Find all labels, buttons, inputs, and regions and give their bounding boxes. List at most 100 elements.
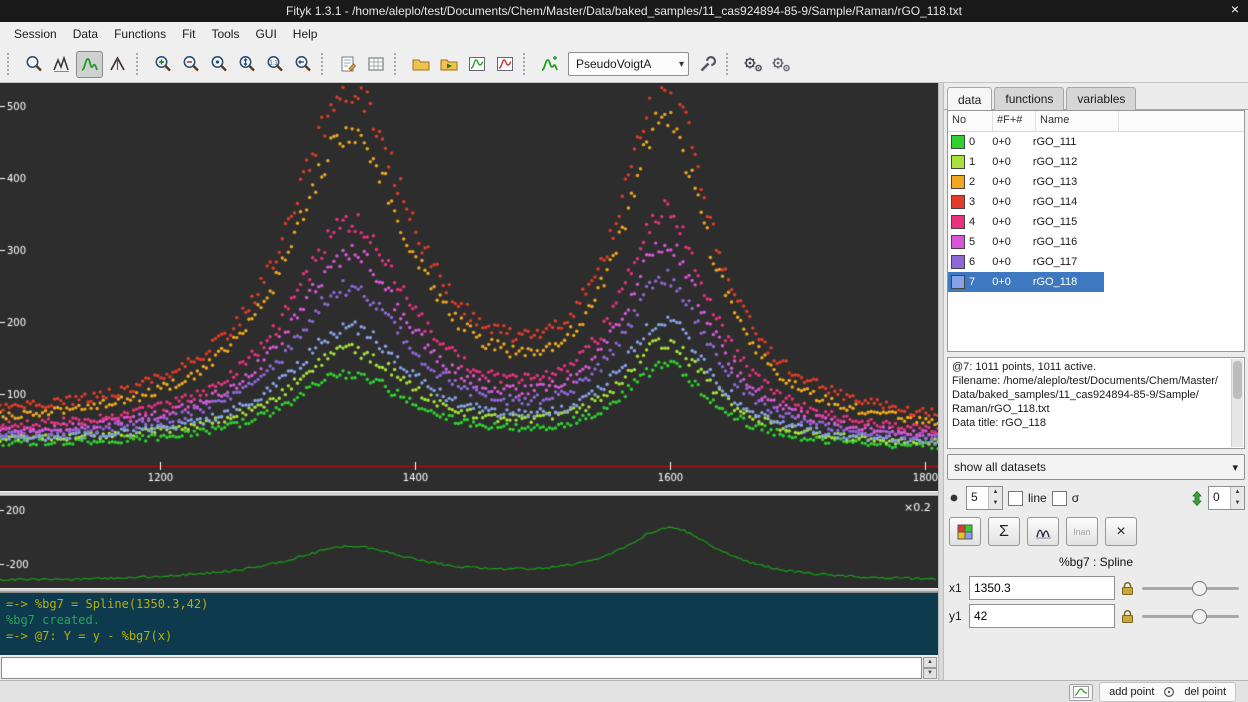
open-data-file-button[interactable] bbox=[407, 51, 434, 78]
add-peak-mode-button[interactable] bbox=[76, 51, 103, 78]
dataset-info[interactable]: @7: 1011 points, 1011 active.Filename: /… bbox=[947, 357, 1245, 449]
slider-track bbox=[1142, 615, 1239, 618]
col-header-no: No bbox=[948, 111, 993, 131]
script-editor-button[interactable] bbox=[334, 51, 361, 78]
tab-data[interactable]: data bbox=[947, 87, 992, 110]
aux-plot-canvas[interactable] bbox=[0, 496, 938, 588]
vertical-shift-icon bbox=[1191, 490, 1203, 507]
zoom-previous-button[interactable] bbox=[289, 51, 316, 78]
menu-tools[interactable]: Tools bbox=[203, 24, 247, 44]
output-console[interactable]: =-> %bg7 = Spline(1350.3,42)%bg7 created… bbox=[0, 592, 938, 655]
aux-plot-config-button[interactable] bbox=[1069, 684, 1093, 701]
slider-handle[interactable] bbox=[1192, 581, 1207, 596]
command-history-spinner[interactable]: ▲ ▼ bbox=[923, 657, 937, 679]
param-y1-input[interactable] bbox=[969, 604, 1115, 628]
show-datasets-dropdown[interactable]: show all datasets ▾ bbox=[947, 454, 1245, 480]
fit-undo-button[interactable] bbox=[767, 51, 794, 78]
dataset-colors-button[interactable] bbox=[949, 517, 981, 546]
dataset-row-rGO_113[interactable]: 20+0rGO_113 bbox=[948, 172, 1244, 192]
spin-down-icon[interactable]: ▼ bbox=[923, 668, 937, 679]
add-function-button[interactable] bbox=[536, 51, 563, 78]
zoom-all-button[interactable] bbox=[205, 51, 232, 78]
dataset-row-rGO_111[interactable]: 00+0rGO_111 bbox=[948, 132, 1244, 152]
function-type-combo[interactable]: PseudoVoigtA ▾ bbox=[568, 52, 689, 76]
toolbar-grip[interactable] bbox=[7, 53, 15, 75]
menu-bar: SessionDataFunctionsFitToolsGUIHelp bbox=[0, 22, 1248, 46]
spin-up-icon[interactable]: ▲ bbox=[923, 657, 937, 668]
spin-up-icon[interactable]: ▲ bbox=[1231, 487, 1244, 498]
sigma-checkbox[interactable] bbox=[1052, 491, 1067, 506]
param-x1-input[interactable] bbox=[969, 576, 1115, 600]
param-row-y1: y1 bbox=[949, 604, 1243, 628]
spin-down-icon[interactable]: ▼ bbox=[989, 498, 1002, 509]
scrollbar-thumb[interactable] bbox=[1233, 361, 1242, 399]
point-edit-cluster: add point del point bbox=[1099, 682, 1236, 702]
dataset-row-rGO_117[interactable]: 60+0rGO_117 bbox=[948, 252, 1244, 272]
slider-track bbox=[1142, 587, 1239, 590]
dataset-list-header: No #F+# Name bbox=[948, 111, 1244, 132]
dataset-name: rGO_116 bbox=[1029, 236, 1104, 248]
toolbar-grip[interactable] bbox=[136, 53, 144, 75]
command-input[interactable] bbox=[1, 657, 922, 679]
tab-functions[interactable]: functions bbox=[994, 87, 1064, 110]
add-point-button[interactable]: add point bbox=[1109, 686, 1154, 698]
fit-run-button[interactable] bbox=[739, 51, 766, 78]
data-range-mode-button[interactable] bbox=[48, 51, 75, 78]
dataset-func-count: 0+0 bbox=[988, 216, 1029, 228]
session-log-button[interactable] bbox=[362, 51, 389, 78]
activate-function-mode-button[interactable] bbox=[104, 51, 131, 78]
param-x1-slider[interactable] bbox=[1140, 578, 1243, 598]
lock-icon[interactable] bbox=[1121, 581, 1134, 596]
main-plot-canvas[interactable] bbox=[0, 83, 938, 491]
zoom-vertical-button[interactable] bbox=[233, 51, 260, 78]
del-point-button[interactable]: del point bbox=[1184, 686, 1226, 698]
lnan-button[interactable]: lnan bbox=[1066, 517, 1098, 546]
functions-plot-button[interactable] bbox=[1027, 517, 1059, 546]
console-line: =-> %bg7 = Spline(1350.3,42) bbox=[6, 596, 932, 612]
lock-icon[interactable] bbox=[1121, 609, 1134, 624]
dataset-row-rGO_116[interactable]: 50+0rGO_116 bbox=[948, 232, 1244, 252]
menu-gui[interactable]: GUI bbox=[247, 24, 284, 44]
toolbar-grip[interactable] bbox=[394, 53, 402, 75]
dataset-row-rGO_114[interactable]: 30+0rGO_114 bbox=[948, 192, 1244, 212]
sidebar-buttons: Σ lnan × bbox=[947, 517, 1245, 546]
shift-value: 0 bbox=[1209, 487, 1230, 509]
info-line: Data title: rGO_118 bbox=[952, 416, 1228, 430]
menu-session[interactable]: Session bbox=[6, 24, 65, 44]
line-checkbox[interactable] bbox=[1008, 491, 1023, 506]
menu-functions[interactable]: Functions bbox=[106, 24, 174, 44]
slider-handle[interactable] bbox=[1192, 609, 1207, 624]
toolbar-grip[interactable] bbox=[726, 53, 734, 75]
dataset-list[interactable]: No #F+# Name 00+0rGO_11110+0rGO_11220+0r… bbox=[947, 110, 1245, 352]
toolbar-grip[interactable] bbox=[523, 53, 531, 75]
delete-button[interactable]: × bbox=[1105, 517, 1137, 546]
save-image-button[interactable] bbox=[491, 51, 518, 78]
reload-data-button[interactable] bbox=[435, 51, 462, 78]
zoom-in-button[interactable] bbox=[149, 51, 176, 78]
menu-fit[interactable]: Fit bbox=[174, 24, 203, 44]
menu-help[interactable]: Help bbox=[285, 24, 326, 44]
spin-down-icon[interactable]: ▼ bbox=[1231, 498, 1244, 509]
zoom-100-button[interactable]: 1:1 bbox=[261, 51, 288, 78]
dataset-row-rGO_118[interactable]: 70+0rGO_118 bbox=[948, 272, 1244, 292]
info-scrollbar[interactable] bbox=[1231, 359, 1243, 447]
dataset-name: rGO_115 bbox=[1029, 216, 1104, 228]
tab-variables[interactable]: variables bbox=[1066, 87, 1136, 110]
dataset-name: rGO_111 bbox=[1029, 136, 1104, 148]
spin-up-icon[interactable]: ▲ bbox=[989, 487, 1002, 498]
close-icon[interactable]: × bbox=[1231, 1, 1239, 17]
point-size-spinner[interactable]: 5 ▲▼ bbox=[966, 486, 1003, 510]
param-y1-slider[interactable] bbox=[1140, 606, 1243, 626]
dataset-row-rGO_112[interactable]: 10+0rGO_112 bbox=[948, 152, 1244, 172]
dataset-row-rGO_115[interactable]: 40+0rGO_115 bbox=[948, 212, 1244, 232]
title-bar[interactable]: Fityk 1.3.1 - /home/aleplo/test/Document… bbox=[0, 0, 1248, 22]
shift-spinner[interactable]: 0 ▲▼ bbox=[1208, 486, 1245, 510]
zoom-out-button[interactable] bbox=[177, 51, 204, 78]
zoom-mode-button[interactable] bbox=[20, 51, 47, 78]
point-size-icon bbox=[947, 491, 961, 505]
sum-button[interactable]: Σ bbox=[988, 517, 1020, 546]
settings-wrench-button[interactable] bbox=[694, 51, 721, 78]
plot-export-button[interactable] bbox=[463, 51, 490, 78]
menu-data[interactable]: Data bbox=[65, 24, 106, 44]
toolbar-grip[interactable] bbox=[321, 53, 329, 75]
